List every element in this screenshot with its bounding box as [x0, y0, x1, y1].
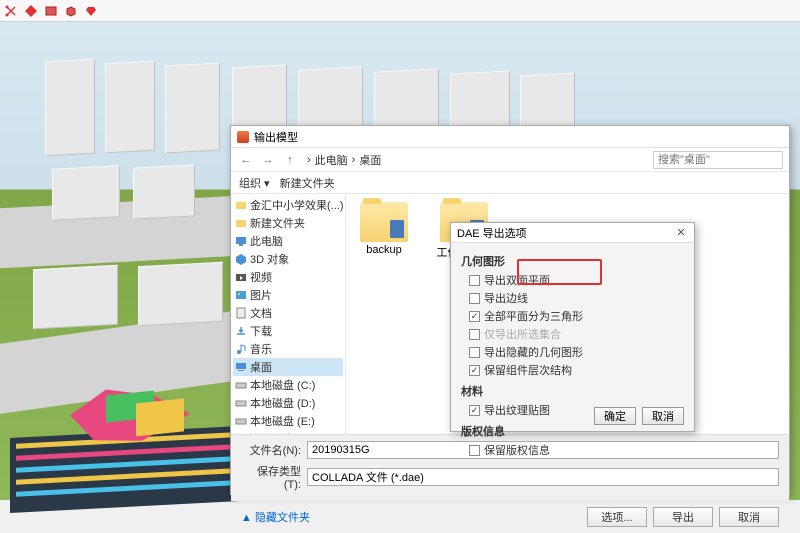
search-input[interactable] [653, 151, 783, 169]
section-header: 几何图形 [461, 253, 684, 269]
app-window: 输出模型 ← → ↑ ›此电脑›桌面 组织 ▾ 新建文件夹 金汇中小学效果(..… [0, 0, 800, 500]
options-ok-button[interactable]: 确定 [594, 407, 636, 425]
tree-item[interactable]: 图片 [233, 286, 343, 304]
option-checkbox-row[interactable]: 导出隐藏的几何图形 [461, 343, 684, 361]
tree-item[interactable]: 本地磁盘 (E:) [233, 412, 343, 430]
tree-item[interactable]: 新建文件夹 [233, 214, 343, 232]
cancel-button[interactable]: 取消 [719, 507, 779, 527]
app-icon [237, 131, 249, 143]
box-icon[interactable] [44, 4, 58, 18]
new-folder-button[interactable]: 新建文件夹 [280, 175, 335, 191]
tree-item[interactable]: 视频 [233, 268, 343, 286]
checkbox-icon [469, 445, 480, 456]
option-checkbox-row[interactable]: ✓保留组件层次结构 [461, 361, 684, 379]
gem-icon[interactable] [84, 4, 98, 18]
tree-item[interactable]: 下载 [233, 322, 343, 340]
tree-item[interactable]: 本地磁盘 (D:) [233, 394, 343, 412]
checkbox-icon [469, 293, 480, 304]
nav-row: ← → ↑ ›此电脑›桌面 [231, 148, 789, 172]
organize-menu[interactable]: 组织 ▾ [239, 175, 270, 191]
cube-icon[interactable] [64, 4, 78, 18]
option-checkbox-row[interactable]: ✓全部平面分为三角形 [461, 307, 684, 325]
options-button[interactable]: 选项... [587, 507, 647, 527]
tree-item[interactable]: 文档 [233, 304, 343, 322]
tree-item[interactable]: 桌面 [233, 358, 343, 376]
option-checkbox-row[interactable]: 导出双面平面 [461, 271, 684, 289]
dae-options-dialog: DAE 导出选项 ✕ 几何图形导出双面平面导出边线✓全部平面分为三角形仅导出所选… [450, 222, 695, 432]
options-cancel-button[interactable]: 取消 [642, 407, 684, 425]
option-checkbox-row[interactable]: 导出边线 [461, 289, 684, 307]
export-button[interactable]: 导出 [653, 507, 713, 527]
checkbox-icon: ✓ [469, 405, 480, 416]
checkbox-icon [469, 329, 480, 340]
option-checkbox-row: 仅导出所选集合 [461, 325, 684, 343]
hide-folders-link[interactable]: ▲ 隐藏文件夹 [231, 505, 320, 529]
main-toolbar [0, 0, 800, 22]
checkbox-icon [469, 275, 480, 286]
section-header: 材料 [461, 383, 684, 399]
tree-item[interactable]: 金汇中小学效果(...) [233, 196, 343, 214]
option-checkbox-row[interactable]: 保留版权信息 [461, 441, 684, 459]
filetype-label: 保存类型(T): [241, 463, 301, 491]
section-header: 版权信息 [461, 423, 684, 439]
tree-item[interactable]: 本地磁盘 (C:) [233, 376, 343, 394]
nav-back-icon[interactable]: ← [237, 151, 255, 169]
tree-item[interactable]: 此电脑 [233, 232, 343, 250]
nav-up-icon[interactable]: ↑ [281, 151, 299, 169]
tree-item[interactable]: 3D 对象 [233, 250, 343, 268]
diamond-icon[interactable] [24, 4, 38, 18]
toolbar-row: 组织 ▾ 新建文件夹 [231, 172, 789, 194]
filename-label: 文件名(N): [241, 442, 301, 458]
nav-fwd-icon[interactable]: → [259, 151, 277, 169]
filetype-select[interactable] [307, 468, 779, 486]
tree-item[interactable]: 音乐 [233, 340, 343, 358]
options-title: DAE 导出选项 [457, 225, 527, 241]
breadcrumb[interactable]: ›此电脑›桌面 [303, 152, 649, 168]
checkbox-icon: ✓ [469, 311, 480, 322]
checkbox-icon: ✓ [469, 365, 480, 376]
options-title-bar: DAE 导出选项 ✕ [451, 223, 694, 243]
scissors-icon[interactable] [4, 4, 18, 18]
folder-tree[interactable]: 金汇中小学效果(...)新建文件夹此电脑3D 对象视频图片文档下载音乐桌面本地磁… [231, 194, 346, 434]
tree-item[interactable]: 本地磁盘 (F:) [233, 430, 343, 434]
close-icon[interactable]: ✕ [674, 226, 688, 240]
export-dialog-title-bar: 输出模型 [231, 126, 789, 148]
export-dialog-title: 输出模型 [254, 129, 298, 145]
checkbox-icon [469, 347, 480, 358]
folder-item[interactable]: backup [354, 202, 414, 256]
